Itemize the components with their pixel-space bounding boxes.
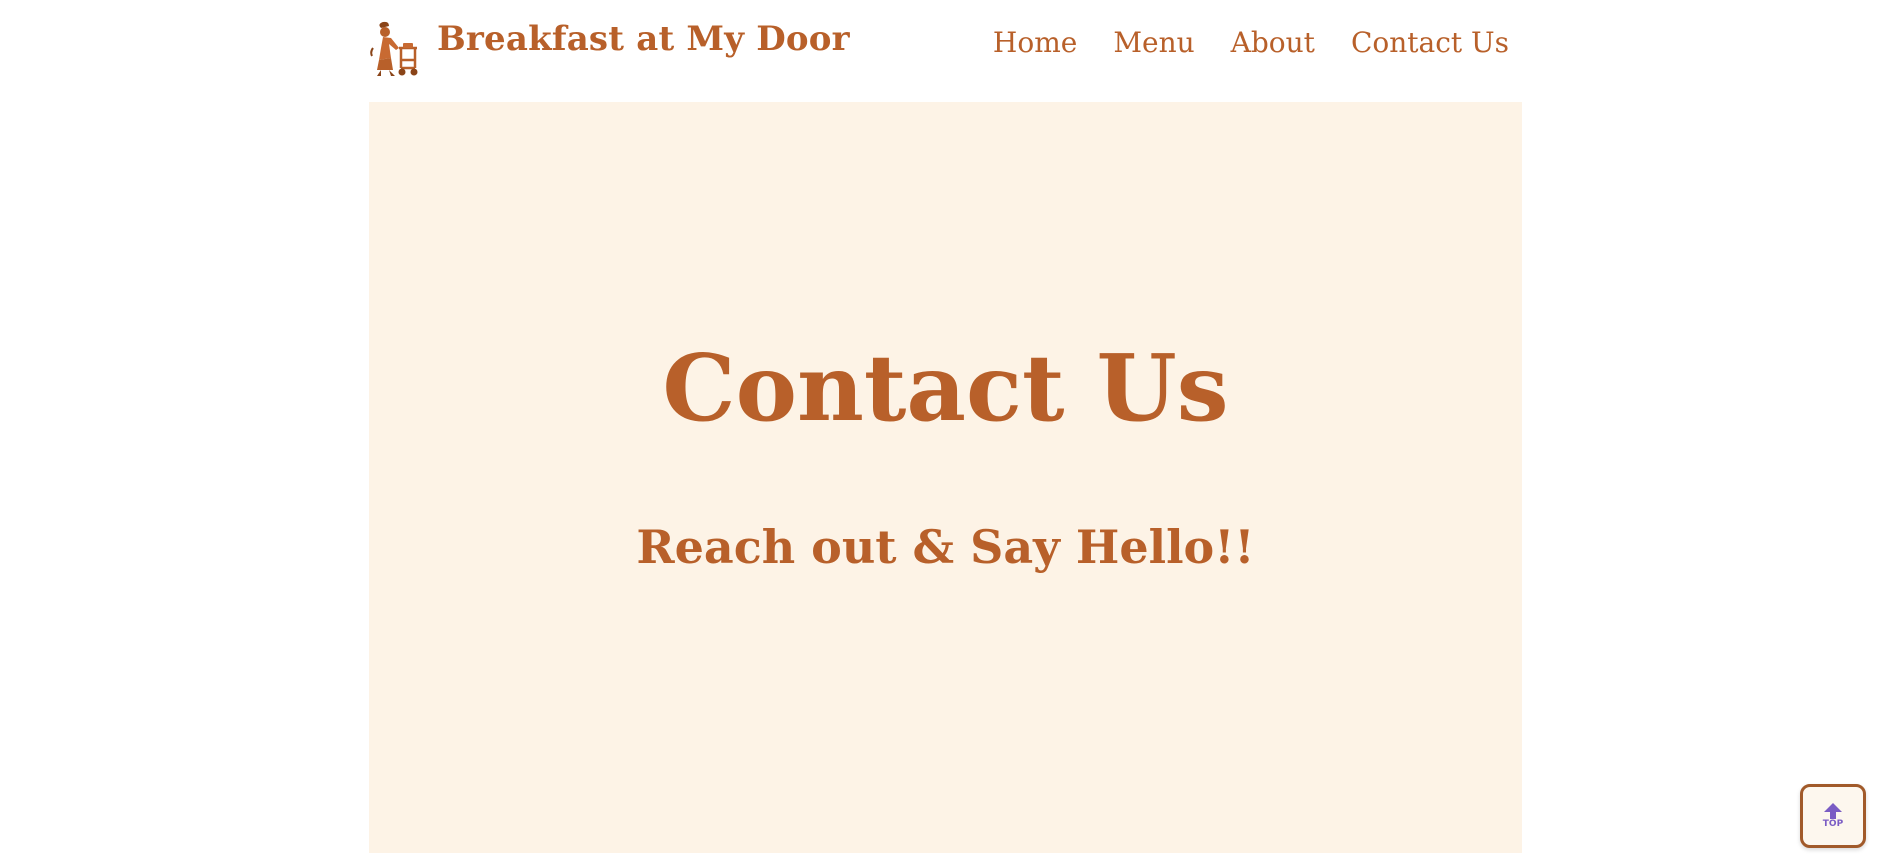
main-nav: Home Menu About Contact Us — [993, 26, 1509, 59]
woman-pushing-cart-icon — [370, 21, 418, 76]
back-to-top-button[interactable]: TOP — [1800, 784, 1866, 848]
brand-link[interactable]: Breakfast at My Door — [369, 18, 850, 78]
nav-item-home[interactable]: Home — [993, 26, 1077, 59]
page-title: Contact Us — [662, 334, 1229, 442]
hero-section: Contact Us Reach out & Say Hello!! — [369, 102, 1522, 853]
back-to-top-label: TOP — [1822, 819, 1844, 829]
nav-item-contact-us[interactable]: Contact Us — [1351, 26, 1509, 59]
site-title: Breakfast at My Door — [437, 19, 850, 59]
page: Breakfast at My Door Home Menu About Con… — [0, 0, 1889, 868]
page-subtitle: Reach out & Say Hello!! — [636, 520, 1255, 574]
site-header: Breakfast at My Door Home Menu About Con… — [369, 0, 1521, 102]
arrow-up-icon — [1824, 803, 1842, 819]
nav-item-menu[interactable]: Menu — [1113, 26, 1194, 59]
nav-item-about[interactable]: About — [1231, 26, 1315, 59]
